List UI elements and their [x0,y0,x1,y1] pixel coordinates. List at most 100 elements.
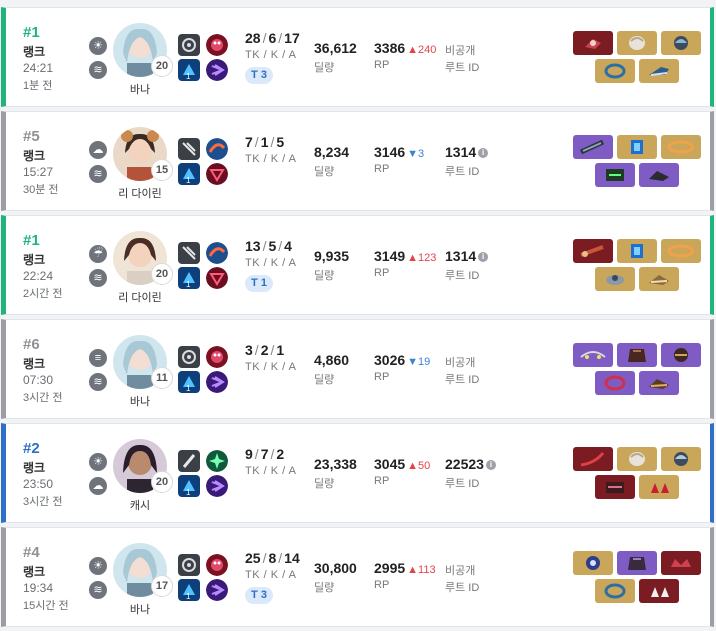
info-icon: i [478,148,489,158]
rain-icon: ☔ [89,245,107,263]
weapon-item-icon[interactable] [573,239,613,263]
character-level: 17 [151,575,173,597]
head-item-icon[interactable] [661,135,701,159]
leg-item-icon[interactable] [639,163,679,187]
damage-value: 30,800 [314,560,357,576]
head-item-icon[interactable] [661,239,701,263]
augment-icon[interactable] [206,59,228,81]
chest-item-icon[interactable] [617,551,657,575]
chest-item-icon[interactable] [617,135,657,159]
match-card[interactable]: #1 랭크 24:21 1분 전 ☀ ≋ 20 바나 1 28/6/17 TK … [1,7,714,107]
tactical-skill-icon[interactable] [206,242,228,264]
arm-item-icon[interactable] [595,475,635,499]
head-item-icon[interactable] [661,447,701,471]
augment-icon[interactable] [206,267,228,289]
kda-values: 7/1/5 [245,134,285,150]
match-card[interactable]: #2 랭크 23:50 3시간 전 ☀ ☁ 20 캐시 1 9/7/2 TK /… [1,423,714,523]
match-rank: #4 [23,544,40,561]
chest-item-icon[interactable] [617,343,657,367]
kda-values: 13/5/4 [245,238,292,254]
match-card[interactable]: #5 랭크 15:27 30분 전 ☁ ≋ 15 리 다이린 1 7/1/5 T… [1,111,714,211]
arm-item-icon[interactable] [595,59,635,83]
trait-skill-icon[interactable]: 1 [178,371,200,393]
game-mode: 랭크 [23,461,46,475]
weapon-item-icon[interactable] [573,551,613,575]
trait-skill-icon[interactable]: 1 [178,163,200,185]
weapon-skill-icon[interactable] [178,346,200,368]
route-label: 루트 ID [445,374,480,386]
trait-skill-icon[interactable]: 1 [178,267,200,289]
head-item-icon[interactable] [661,343,701,367]
tactical-skill-icon[interactable] [206,554,228,576]
damage-label: 딜량 [314,374,335,386]
augment-icon[interactable] [206,579,228,601]
rp-value: 2995 ▲113 [374,560,436,576]
match-card[interactable]: #4 랭크 19:34 15시간 전 ☀ ≋ 17 바나 1 25/8/14 T… [1,527,714,627]
match-card[interactable]: #6 랭크 07:30 3시간 전 ≡ ≋ 11 바나 1 3/2/1 TK /… [1,319,714,419]
leg-item-icon[interactable] [639,579,679,603]
damage-label: 딜량 [314,270,335,282]
rp-label: RP [374,59,390,71]
arm-item-icon[interactable] [595,579,635,603]
weapon-skill-icon[interactable] [178,138,200,160]
match-card[interactable]: #1 랭크 22:24 2시간 전 ☔ ≋ 20 리 다이린 1 13/5/4 … [1,215,714,315]
trait-skill-icon[interactable]: 1 [178,475,200,497]
kda-label: TK / K / A [245,465,297,477]
leg-item-icon[interactable] [639,267,679,291]
arm-item-icon[interactable] [595,371,635,395]
tactical-skill-icon[interactable] [206,34,228,56]
leg-item-icon[interactable] [639,371,679,395]
arm-item-icon[interactable] [595,267,635,291]
tactical-skill-icon[interactable] [206,346,228,368]
augment-icon[interactable] [206,371,228,393]
kda-values: 25/8/14 [245,550,300,566]
svg-text:1: 1 [186,384,191,393]
weapon-skill-icon[interactable] [178,34,200,56]
arm-item-icon[interactable] [595,163,635,187]
tactical-skill-icon[interactable] [206,450,228,472]
chest-item-icon[interactable] [617,31,657,55]
augment-icon[interactable] [206,475,228,497]
time-ago: 3시간 전 [23,392,63,404]
game-mode: 랭크 [23,45,46,59]
rp-delta: ▼3 [407,148,425,160]
damage-label: 딜량 [314,582,335,594]
trait-skill-icon[interactable]: 1 [178,579,200,601]
weapon-item-icon[interactable] [573,343,613,367]
tactical-skill-icon[interactable] [206,138,228,160]
character-name: 캐시 [129,500,151,512]
route-id[interactable]: 22523 i [445,456,496,472]
tier-badge: T 3 [245,587,273,604]
leg-item-icon[interactable] [639,475,679,499]
tier-badge: T 3 [245,67,273,84]
svg-text:1: 1 [186,72,191,81]
route-label: 루트 ID [445,62,480,74]
weapon-skill-icon[interactable] [178,554,200,576]
route-id[interactable]: 1314 i [445,144,489,160]
head-item-icon[interactable] [661,31,701,55]
route-id[interactable]: 1314 i [445,248,489,264]
weapon-item-icon[interactable] [573,447,613,471]
wind-icon: ≋ [89,165,107,183]
rp-value: 3045 ▲50 [374,456,431,472]
weapon-skill-icon[interactable] [178,450,200,472]
kda-label: TK / K / A [245,361,297,373]
wind-icon: ≋ [89,61,107,79]
sun-icon: ☀ [89,37,107,55]
head-item-icon[interactable] [661,551,701,575]
weapon-item-icon[interactable] [573,31,613,55]
game-mode: 랭크 [23,565,46,579]
leg-item-icon[interactable] [639,59,679,83]
svg-text:1: 1 [186,280,191,289]
rp-delta: ▼19 [407,356,431,368]
chest-item-icon[interactable] [617,239,657,263]
chest-item-icon[interactable] [617,447,657,471]
damage-value: 36,612 [314,40,357,56]
augment-icon[interactable] [206,163,228,185]
fog-icon: ≡ [89,349,107,367]
trait-skill-icon[interactable]: 1 [178,59,200,81]
weapon-skill-icon[interactable] [178,242,200,264]
time-ago: 30분 전 [23,184,59,196]
weapon-item-icon[interactable] [573,135,613,159]
damage-value: 9,935 [314,248,350,264]
